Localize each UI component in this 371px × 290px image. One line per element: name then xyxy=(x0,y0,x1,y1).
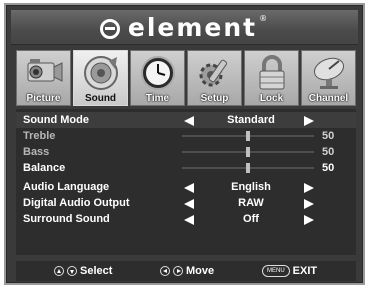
digital-audio-output-row[interactable]: Digital Audio Output RAW xyxy=(16,195,356,211)
balance-value: 50 xyxy=(322,162,335,174)
arrow-left-icon[interactable] xyxy=(184,183,194,193)
exit-hint-label: EXIT xyxy=(292,265,318,277)
down-button-icon xyxy=(67,266,77,276)
arrow-right-icon[interactable] xyxy=(304,183,314,193)
clock-icon xyxy=(140,56,175,90)
bass-value: 50 xyxy=(322,146,335,158)
category-tabs: Picture Sound Time Setup Lock Channel xyxy=(16,50,356,107)
arrow-right-icon[interactable] xyxy=(304,116,314,126)
tab-picture[interactable]: Picture xyxy=(16,50,71,106)
surround-sound-row[interactable]: Surround Sound Off xyxy=(16,211,356,227)
select-hint: Select xyxy=(54,265,112,277)
treble-slider-handle[interactable] xyxy=(246,131,250,141)
treble-row[interactable]: Treble 50 xyxy=(16,128,356,144)
up-button-icon xyxy=(54,266,64,276)
move-hint: Move xyxy=(160,265,214,277)
audio-language-value: English xyxy=(231,181,271,193)
speaker-icon xyxy=(83,56,118,90)
treble-value: 50 xyxy=(322,130,335,142)
title-bar: element ® xyxy=(11,10,358,45)
audio-language-label: Audio Language xyxy=(23,181,110,193)
tab-sound[interactable]: Sound xyxy=(73,50,128,106)
registered-mark: ® xyxy=(259,13,270,23)
tab-lock-label: Lock xyxy=(259,93,284,104)
brand-name: element xyxy=(127,12,258,42)
bass-label: Bass xyxy=(23,146,50,158)
select-hint-label: Select xyxy=(80,265,113,277)
tab-time-label: Time xyxy=(145,93,170,104)
satellite-dish-icon xyxy=(313,57,344,89)
arrow-left-icon[interactable] xyxy=(184,199,194,209)
gear-icon xyxy=(199,59,227,87)
bass-slider-handle[interactable] xyxy=(246,147,250,157)
audio-language-row[interactable]: Audio Language English xyxy=(16,179,356,195)
balance-label: Balance xyxy=(23,162,66,174)
surround-sound-label: Surround Sound xyxy=(23,213,110,225)
tab-setup-label: Setup xyxy=(200,93,229,104)
tab-setup[interactable]: Setup xyxy=(187,50,242,106)
arrow-left-icon[interactable] xyxy=(184,116,194,126)
surround-sound-value: Off xyxy=(243,213,259,225)
brand-logo: element ® xyxy=(99,12,270,42)
move-hint-label: Move xyxy=(186,265,215,277)
tab-channel-label: Channel xyxy=(308,93,349,104)
digital-audio-output-label: Digital Audio Output xyxy=(23,197,130,209)
arrow-left-icon[interactable] xyxy=(184,215,194,225)
osd-menu-window: element ® Picture Sound Time Setup Lock … xyxy=(4,3,365,285)
menu-button-icon: MENU xyxy=(262,265,290,277)
key-hints-bar: Select Move MENU EXIT xyxy=(16,261,356,281)
digital-audio-output-value: RAW xyxy=(238,197,264,209)
arrow-right-icon[interactable] xyxy=(304,215,314,225)
sound-mode-row[interactable]: Sound Mode Standard xyxy=(16,112,356,128)
sound-settings-menu: Sound Mode Standard Treble 50 Bass 50 Ba… xyxy=(16,109,356,255)
tab-time[interactable]: Time xyxy=(130,50,185,106)
sound-mode-value: Standard xyxy=(227,114,275,126)
balance-row[interactable]: Balance 50 xyxy=(16,160,356,176)
arrow-right-icon[interactable] xyxy=(304,199,314,209)
right-button-icon xyxy=(173,266,183,276)
tab-sound-label: Sound xyxy=(84,93,117,104)
left-button-icon xyxy=(160,266,170,276)
balance-slider-handle[interactable] xyxy=(246,163,250,173)
tab-lock[interactable]: Lock xyxy=(244,50,299,106)
bass-row[interactable]: Bass 50 xyxy=(16,144,356,160)
tab-picture-label: Picture xyxy=(26,93,61,104)
sound-mode-label: Sound Mode xyxy=(23,114,89,126)
tab-channel[interactable]: Channel xyxy=(301,50,356,106)
treble-label: Treble xyxy=(23,130,56,142)
exit-hint: MENU EXIT xyxy=(262,265,317,277)
padlock-icon xyxy=(259,55,284,90)
brand-mark-icon xyxy=(99,19,120,39)
camcorder-icon xyxy=(27,59,62,82)
